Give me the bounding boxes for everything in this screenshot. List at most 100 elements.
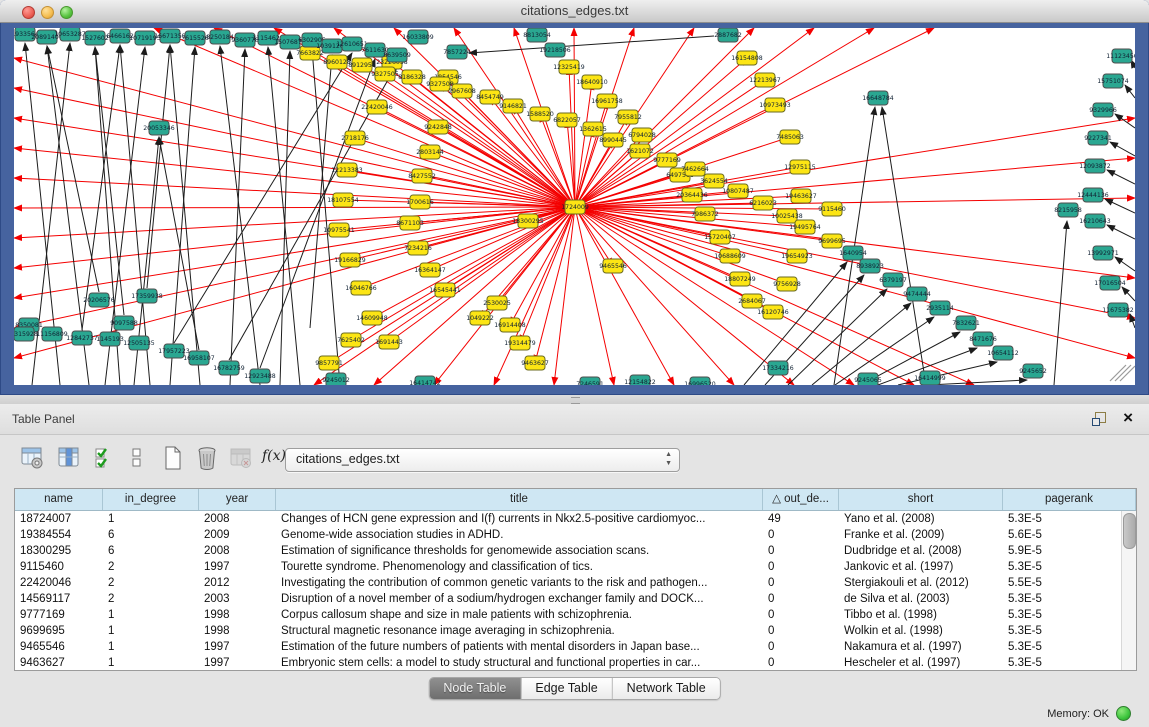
graph-node[interactable]: 8215958: [1054, 203, 1082, 217]
tab-node-table[interactable]: Node Table: [429, 678, 521, 699]
graph-node[interactable]: 8990445: [599, 133, 627, 147]
graph-node[interactable]: 7246591: [576, 377, 604, 385]
graph-node[interactable]: 1640954: [839, 246, 867, 260]
graph-node[interactable]: 16414999: [914, 371, 946, 385]
graph-node[interactable]: 1362615: [579, 122, 607, 136]
graph-node[interactable]: 16961758: [591, 94, 623, 108]
graph-node[interactable]: 6794028: [628, 128, 656, 142]
graph-node[interactable]: 9329966: [1089, 103, 1117, 117]
table-column-icon[interactable]: [56, 445, 82, 471]
graph-node[interactable]: 9115460: [818, 202, 846, 216]
graph-node[interactable]: 1724009: [561, 200, 589, 214]
graph-node[interactable]: 16996520: [684, 377, 716, 385]
column-header[interactable]: △ out_de...: [763, 489, 839, 510]
graph-node[interactable]: 9242848: [424, 120, 452, 134]
graph-node[interactable]: 2887682: [714, 28, 742, 42]
graph-node[interactable]: 7955812: [614, 110, 642, 124]
panel-splitter[interactable]: [0, 395, 1149, 404]
graph-node[interactable]: 9146821: [499, 99, 527, 113]
scrollbar-thumb[interactable]: [1123, 513, 1136, 549]
graph-node[interactable]: 8912954: [348, 58, 376, 72]
graph-node[interactable]: 1588520: [526, 107, 554, 121]
graph-node[interactable]: 9699695: [818, 234, 846, 248]
graph-node[interactable]: 9245012: [322, 373, 350, 385]
graph-node[interactable]: 9777169: [653, 153, 681, 167]
graph-node[interactable]: 12923488: [244, 369, 276, 383]
graph-node[interactable]: 2803144: [416, 145, 444, 159]
graph-node[interactable]: 17359938: [131, 289, 163, 303]
graph-node[interactable]: 12093872: [1079, 159, 1111, 173]
graph-node[interactable]: 9245065: [854, 373, 882, 385]
graph-node[interactable]: 22420046: [361, 100, 393, 114]
graph-node[interactable]: 6822057: [553, 113, 581, 127]
graph-node[interactable]: 6379197: [879, 273, 907, 287]
graph-node[interactable]: 7986372: [691, 207, 719, 221]
window-titlebar[interactable]: citations_edges.txt: [0, 0, 1149, 23]
graph-node[interactable]: 7462664: [681, 162, 709, 176]
graph-node[interactable]: 12213967: [749, 73, 781, 87]
graph-node[interactable]: 8250184: [206, 30, 234, 44]
table-row[interactable]: 911546021997Tourette syndrome. Phenomeno…: [15, 559, 1122, 575]
graph-node[interactable]: 7832621: [952, 316, 980, 330]
close-icon[interactable]: ×: [1123, 406, 1133, 430]
graph-node[interactable]: 8471676: [969, 332, 997, 346]
graph-node[interactable]: 11123456: [1106, 49, 1135, 63]
column-header[interactable]: title: [276, 489, 763, 510]
graph-node[interactable]: 18640910: [576, 75, 608, 89]
graph-node[interactable]: 13992971: [1087, 246, 1119, 260]
graph-node[interactable]: 16782759: [213, 361, 245, 375]
graph-node[interactable]: 8454749: [476, 90, 504, 104]
graph-node[interactable]: 9857791: [315, 356, 343, 370]
graph-node[interactable]: 8960128: [323, 55, 351, 69]
graph-node[interactable]: 12325419: [553, 60, 585, 74]
graph-node[interactable]: 9463627: [521, 356, 549, 370]
graph-node[interactable]: 3624554: [700, 174, 728, 188]
table-row[interactable]: 946554611997Estimation of the future num…: [15, 639, 1122, 655]
graph-node[interactable]: 12505135: [123, 336, 155, 350]
graph-node[interactable]: 20206576: [83, 293, 115, 307]
graph-node[interactable]: 10688609: [714, 249, 746, 263]
graph-node[interactable]: 1621072: [626, 144, 654, 158]
graph-node[interactable]: 12154822: [624, 375, 656, 385]
table-settings-icon[interactable]: [20, 445, 46, 471]
column-header[interactable]: pagerank: [1003, 489, 1136, 510]
column-header[interactable]: in_degree: [103, 489, 199, 510]
graph-node[interactable]: 9245652: [1019, 364, 1047, 378]
table-header-row[interactable]: namein_degreeyeartitle△ out_de...shortpa…: [15, 489, 1136, 511]
graph-node[interactable]: 19218506: [539, 43, 571, 57]
new-document-icon[interactable]: [160, 445, 186, 471]
graph-node[interactable]: 10654112: [987, 346, 1019, 360]
graph-node[interactable]: 9465546: [599, 259, 627, 273]
graph-node[interactable]: 1049222: [466, 311, 494, 325]
float-window-icon[interactable]: [1092, 412, 1105, 425]
graph-node[interactable]: 7485063: [776, 130, 804, 144]
graph-node[interactable]: 2684067: [738, 294, 766, 308]
graph-node[interactable]: 2718176: [341, 131, 369, 145]
graph-node[interactable]: 9315928: [14, 327, 38, 341]
column-header[interactable]: short: [839, 489, 1003, 510]
graph-node[interactable]: 16033809: [402, 30, 434, 44]
graph-node[interactable]: 1691443: [375, 335, 403, 349]
splitter-grip[interactable]: [571, 397, 580, 404]
graph-node[interactable]: 7857224: [443, 45, 471, 59]
select-rows-icon[interactable]: [92, 445, 118, 471]
tab-network-table[interactable]: Network Table: [613, 678, 720, 699]
graph-node[interactable]: 1527602: [81, 31, 109, 45]
graph-node[interactable]: 8639509: [383, 48, 411, 62]
tab-edge-table[interactable]: Edge Table: [521, 678, 612, 699]
network-canvas[interactable]: 7663822896012889129542322605893275058186…: [14, 28, 1135, 385]
graph-node[interactable]: 2530025: [483, 296, 511, 310]
graph-node[interactable]: 9474444: [903, 287, 931, 301]
graph-node[interactable]: 2967608: [448, 84, 476, 98]
graph-node[interactable]: 10973493: [759, 98, 791, 112]
graph-node[interactable]: 16545441: [429, 283, 461, 297]
graph-node[interactable]: 16154808: [731, 51, 763, 65]
graph-node[interactable]: 1145193: [96, 332, 124, 346]
graph-node[interactable]: 20053346: [143, 121, 175, 135]
table-row[interactable]: 969969511998Structural magnetic resonanc…: [15, 623, 1122, 639]
table-row[interactable]: 1872400712008Changes of HCN gene express…: [15, 511, 1122, 527]
graph-node[interactable]: 12975115: [784, 160, 816, 174]
table-row[interactable]: 1830029562008Estimation of significance …: [15, 543, 1122, 559]
table-row[interactable]: 1938455462009Genome-wide association stu…: [15, 527, 1122, 543]
graph-node[interactable]: 16914408: [494, 318, 526, 332]
